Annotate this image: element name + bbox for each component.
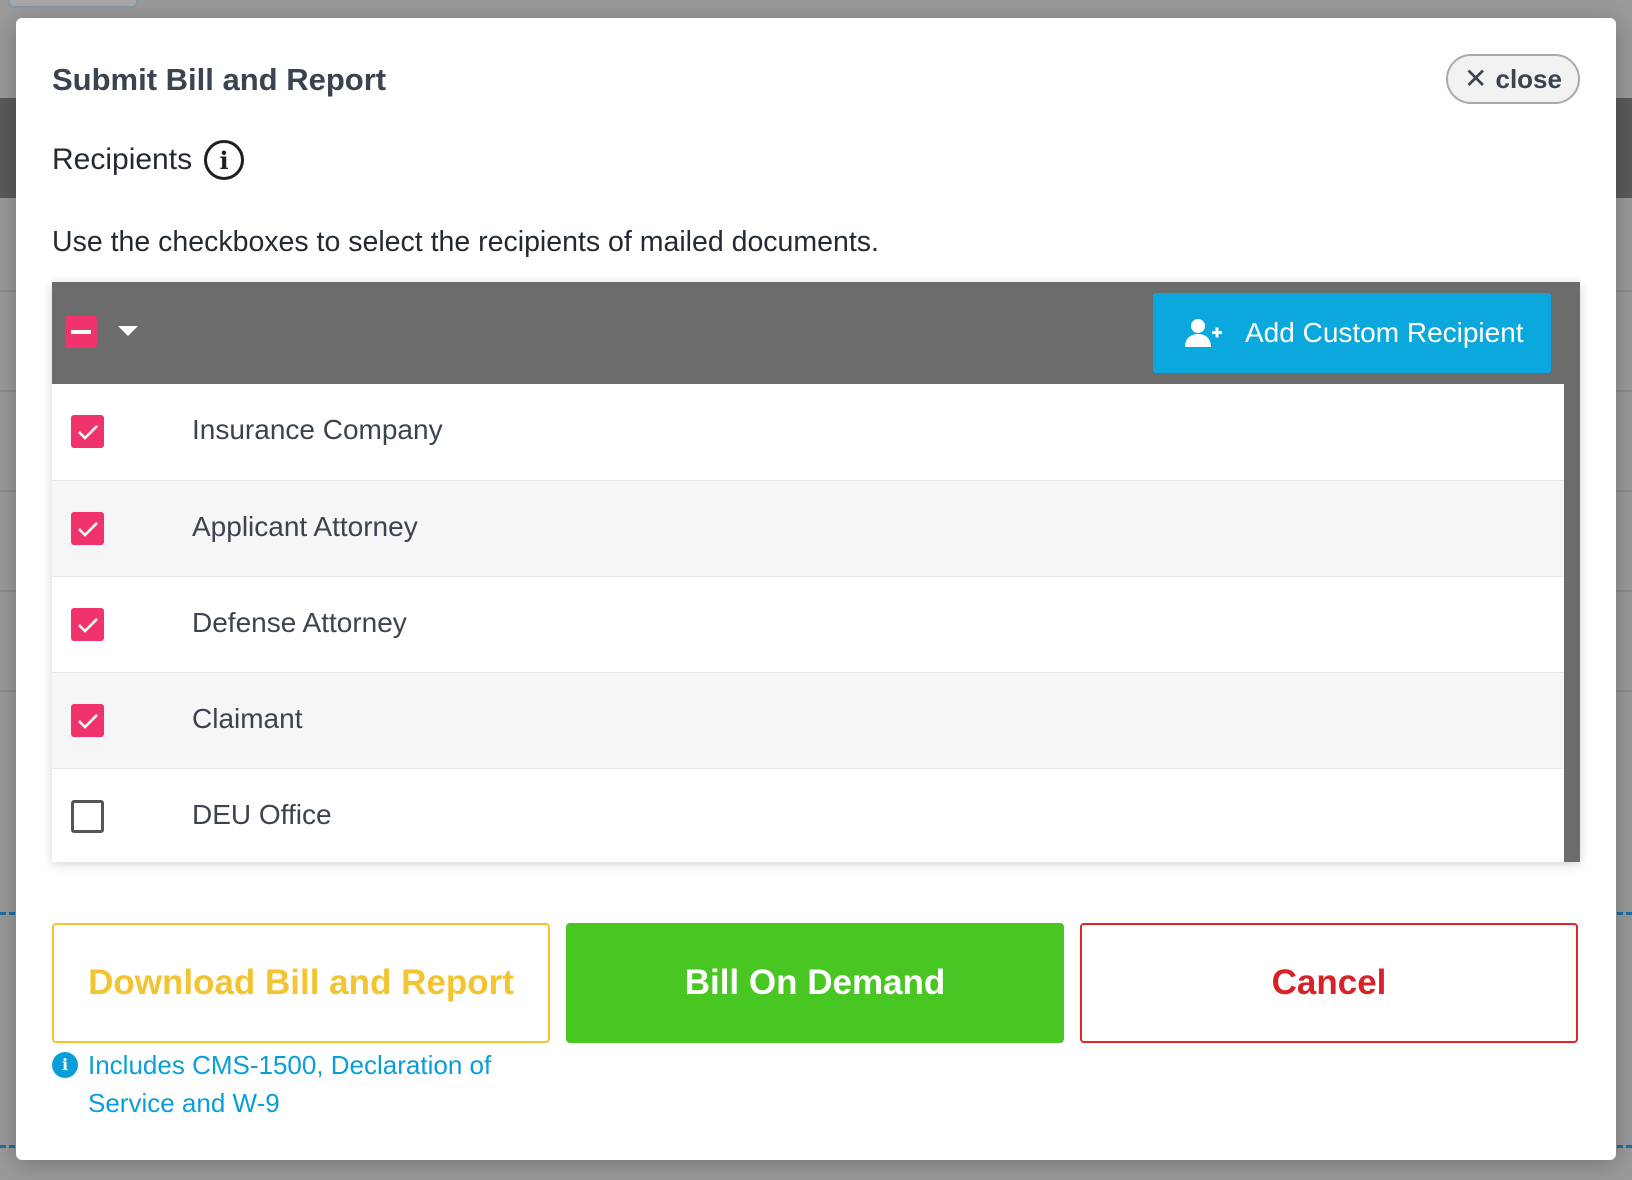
close-button[interactable]: ✕ close	[1446, 54, 1580, 104]
add-custom-recipient-label: Add Custom Recipient	[1245, 317, 1524, 348]
modal-title: Submit Bill and Report	[52, 62, 387, 97]
recipient-label: Claimant	[192, 703, 303, 734]
add-custom-recipient-button[interactable]: Add Custom Recipient	[1153, 293, 1551, 373]
recipient-label: Applicant Attorney	[192, 511, 418, 542]
recipient-checkbox[interactable]	[71, 800, 104, 833]
recipient-row-defense-attorney[interactable]: Defense Attorney	[52, 576, 1564, 672]
recipient-checkbox[interactable]	[71, 608, 104, 641]
bill-on-demand-button[interactable]: Bill On Demand	[566, 923, 1064, 1043]
recipient-row-applicant-attorney[interactable]: Applicant Attorney	[52, 480, 1564, 576]
recipient-row-deu-office[interactable]: DEU Office	[52, 768, 1564, 864]
table-header: Add Custom Recipient	[52, 282, 1580, 384]
table-scrollbar[interactable]	[1564, 282, 1580, 862]
checkmark-icon	[77, 617, 98, 633]
indeterminate-icon	[71, 330, 91, 334]
select-all-checkbox[interactable]	[65, 316, 97, 348]
recipients-instructions: Use the checkboxes to select the recipie…	[52, 226, 879, 258]
checkmark-icon	[77, 713, 98, 729]
close-label: close	[1495, 63, 1562, 94]
recipient-row-insurance-company[interactable]: Insurance Company	[52, 384, 1564, 480]
recipient-label: Defense Attorney	[192, 607, 407, 638]
submit-bill-modal: Submit Bill and Report ✕ close Recipient…	[16, 18, 1616, 1160]
recipient-checkbox[interactable]	[71, 415, 104, 448]
info-icon: i	[52, 1052, 78, 1078]
recipients-label: Recipients	[52, 143, 193, 176]
recipients-heading: Recipients i	[52, 140, 245, 180]
checkmark-icon	[77, 424, 98, 440]
cancel-button[interactable]: Cancel	[1080, 923, 1578, 1043]
user-plus-icon	[1185, 319, 1222, 347]
recipient-label: Insurance Company	[192, 414, 443, 445]
recipient-rows: Insurance Company Applicant Attorney Def…	[52, 384, 1564, 864]
recipients-table: Add Custom Recipient Insurance Company A…	[52, 282, 1580, 862]
recipient-row-claimant[interactable]: Claimant	[52, 672, 1564, 768]
download-note: i Includes CMS-1500, Declaration of Serv…	[52, 1046, 522, 1122]
recipient-label: DEU Office	[192, 799, 332, 830]
download-note-text: Includes CMS-1500, Declaration of Servic…	[88, 1050, 492, 1118]
backdrop-tab	[8, 0, 138, 8]
download-bill-and-report-button[interactable]: Download Bill and Report	[52, 923, 550, 1043]
checkmark-icon	[77, 521, 98, 537]
recipient-checkbox[interactable]	[71, 704, 104, 737]
close-icon: ✕	[1464, 63, 1488, 94]
caret-down-icon[interactable]	[118, 326, 138, 336]
recipient-checkbox[interactable]	[71, 512, 104, 545]
info-icon[interactable]: i	[204, 140, 245, 180]
